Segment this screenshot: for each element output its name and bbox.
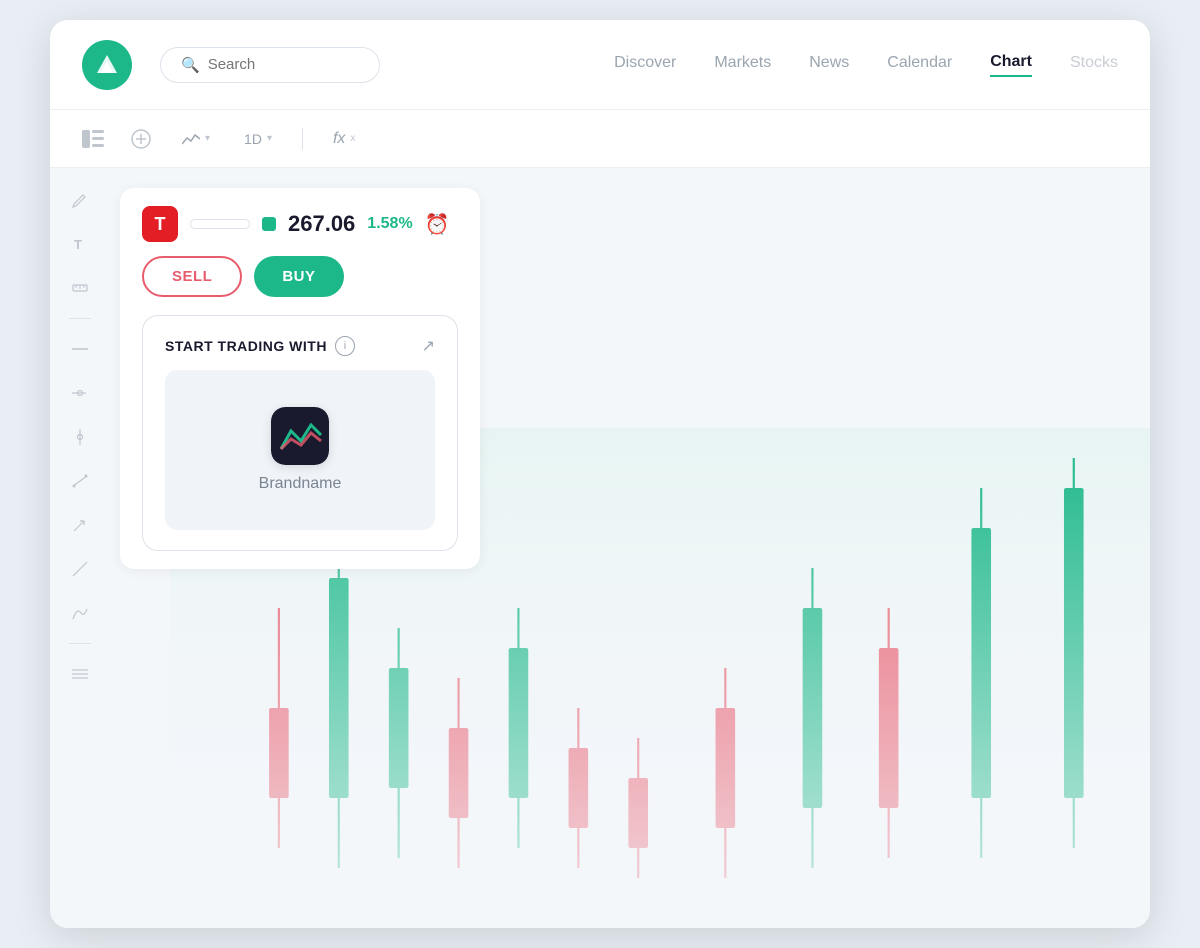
timeframe-label: 1D [244,131,262,147]
external-link-icon[interactable]: ↗ [422,336,435,356]
toolbar-divider [302,128,303,150]
diagonal-line-tool[interactable] [66,555,94,583]
nav-news[interactable]: News [809,54,849,76]
curve-tool[interactable] [66,599,94,627]
stock-price: 267.06 [288,211,355,237]
trend-line-tool[interactable] [66,467,94,495]
header: 🔍 Discover Markets News Calendar Chart S… [50,20,1150,110]
stock-clock-icon: ⏰ [425,212,450,237]
horizontal-line-tool[interactable] [66,335,94,363]
search-bar[interactable]: 🔍 [160,47,380,83]
app-container: 🔍 Discover Markets News Calendar Chart S… [50,20,1150,928]
ruler-tool[interactable] [66,274,94,302]
trading-card: START TRADING WITH i ↗ [142,315,458,551]
add-indicator-icon[interactable] [126,124,156,154]
timeframe-chevron: ▾ [267,133,272,144]
chart-content: T 267.06 1.58% ⏰ SELL BUY START TRADING … [110,168,1150,928]
chart-type-chevron: ▾ [205,133,210,144]
trading-card-header: START TRADING WITH i ↗ [165,336,435,356]
trading-card-title: START TRADING WITH [165,338,327,354]
tesla-icon: T [142,206,178,242]
main-nav: Discover Markets News Calendar Chart Sto… [614,53,1118,77]
price-line-tool[interactable] [66,379,94,407]
tool-divider-2 [69,643,91,644]
nav-markets[interactable]: Markets [714,54,771,76]
chart-type-btn[interactable]: ▾ [174,128,218,150]
stock-header: T 267.06 1.58% ⏰ [142,206,458,242]
stock-color-dot [262,217,276,231]
chart-area: T [50,168,1150,928]
svg-text:T: T [74,237,82,252]
stock-change: 1.58% [367,215,412,233]
brand-name: Brandname [259,475,342,493]
search-input[interactable] [208,56,359,73]
nav-discover[interactable]: Discover [614,54,676,76]
sidebar-toggle-icon[interactable] [78,124,108,154]
tool-divider-1 [69,318,91,319]
fx-label: fx [333,130,345,148]
nav-stocks[interactable]: Stocks [1070,54,1118,76]
nav-chart[interactable]: Chart [990,53,1032,77]
nav-calendar[interactable]: Calendar [887,54,952,76]
sidebar-tools: T [50,168,110,928]
pencil-tool[interactable] [66,186,94,214]
info-icon[interactable]: i [335,336,355,356]
action-buttons: SELL BUY [142,256,458,297]
fx-btn[interactable]: fx x [325,126,363,152]
stock-info-panel: T 267.06 1.58% ⏰ SELL BUY START TRADING … [120,188,480,569]
arrow-tool[interactable] [66,511,94,539]
vertical-line-tool[interactable] [66,423,94,451]
brand-logo [271,407,329,465]
timeframe-btn[interactable]: 1D ▾ [236,127,280,151]
sell-button[interactable]: SELL [142,256,242,297]
app-logo[interactable] [82,40,132,90]
text-tool[interactable]: T [66,230,94,258]
brand-box[interactable]: Brandname [165,370,435,530]
search-icon: 🔍 [181,56,200,74]
stock-pill[interactable] [190,219,250,229]
buy-button[interactable]: BUY [254,256,343,297]
more-tools[interactable] [66,660,94,688]
chart-toolbar: ▾ 1D ▾ fx x [50,110,1150,168]
